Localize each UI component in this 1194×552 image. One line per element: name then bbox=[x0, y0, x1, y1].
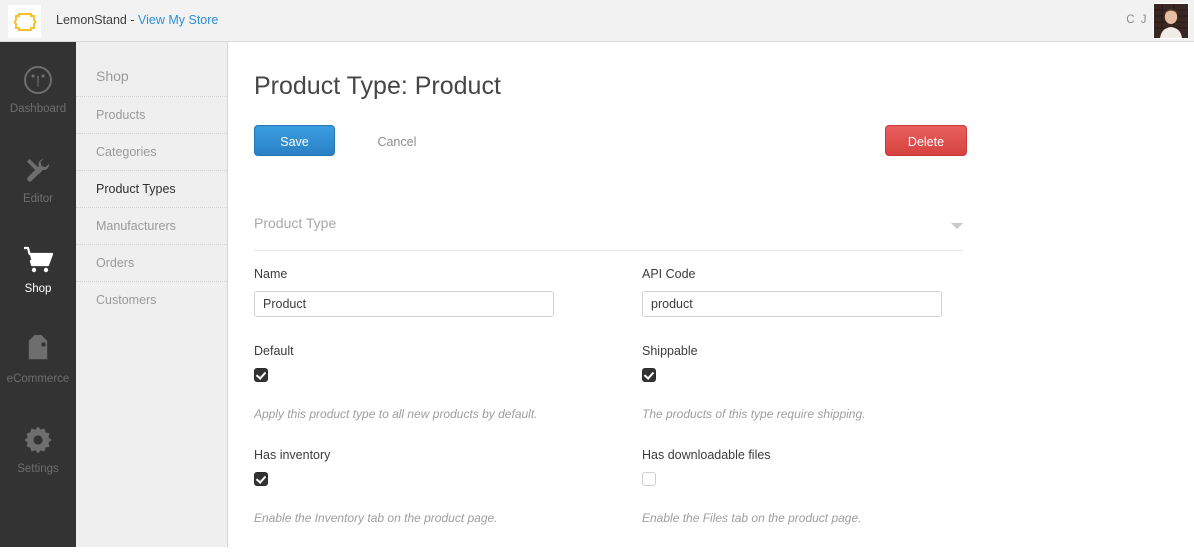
lemonstand-logo-icon[interactable] bbox=[8, 5, 41, 38]
save-button[interactable]: Save bbox=[254, 125, 335, 156]
rail-label: Editor bbox=[22, 192, 54, 205]
delete-button[interactable]: Delete bbox=[885, 125, 967, 156]
field-label: API Code bbox=[642, 267, 696, 281]
field-shippable: Shippable The products of this type requ… bbox=[642, 344, 966, 421]
form-row-inventory-files: Has inventory Enable the Inventory tab o… bbox=[254, 448, 966, 525]
field-label: Name bbox=[254, 267, 288, 281]
brand-name: LemonStand - bbox=[56, 13, 138, 27]
rail-item-dashboard[interactable]: Dashboard bbox=[0, 42, 76, 132]
field-label: Default bbox=[254, 344, 294, 358]
rail-label: eCommerce bbox=[6, 372, 70, 385]
field-help: Apply this product type to all new produ… bbox=[254, 407, 538, 421]
name-input[interactable] bbox=[254, 291, 554, 317]
rail-item-settings[interactable]: Settings bbox=[0, 402, 76, 492]
rail-label: Dashboard bbox=[9, 102, 67, 115]
shippable-checkbox[interactable] bbox=[642, 368, 656, 382]
brand-title: LemonStand - View My Store bbox=[56, 13, 218, 27]
field-label: Has inventory bbox=[254, 448, 331, 462]
shopping-cart-icon bbox=[22, 240, 54, 280]
sidebar-item-customers[interactable]: Customers bbox=[76, 281, 227, 318]
rail-item-editor[interactable]: Editor bbox=[0, 132, 76, 222]
rail-label: Shop bbox=[24, 282, 52, 295]
has-inventory-checkbox[interactable] bbox=[254, 472, 268, 486]
sidebar-item-product-types[interactable]: Product Types bbox=[76, 170, 227, 207]
product-type-section-header[interactable]: Product Type bbox=[254, 215, 963, 251]
chevron-down-icon[interactable] bbox=[951, 223, 963, 229]
field-api-code: API Code bbox=[642, 267, 966, 317]
rail-item-ecommerce[interactable]: eCommerce bbox=[0, 312, 76, 402]
form-row-default-shippable: Default Apply this product type to all n… bbox=[254, 344, 966, 421]
default-checkbox[interactable] bbox=[254, 368, 268, 382]
sidebar-item-products[interactable]: Products bbox=[76, 96, 227, 133]
user-initials[interactable]: C J bbox=[1126, 14, 1148, 26]
primary-nav-rail: Dashboard Editor Shop eCommerce Settings bbox=[0, 42, 76, 547]
cancel-button[interactable]: Cancel bbox=[377, 127, 416, 158]
field-help: Enable the Inventory tab on the product … bbox=[254, 511, 498, 525]
sidebar-item-manufacturers[interactable]: Manufacturers bbox=[76, 207, 227, 244]
action-bar: Save Cancel Delete bbox=[254, 125, 967, 158]
field-default: Default Apply this product type to all n… bbox=[254, 344, 642, 421]
gear-icon bbox=[23, 420, 53, 460]
field-has-inventory: Has inventory Enable the Inventory tab o… bbox=[254, 448, 642, 525]
gauge-icon bbox=[23, 60, 53, 100]
form-row-name-apicode: Name API Code bbox=[254, 267, 966, 317]
field-label: Shippable bbox=[642, 344, 698, 358]
field-has-downloadable-files: Has downloadable files Enable the Files … bbox=[642, 448, 966, 525]
top-bar: LemonStand - View My Store C J bbox=[0, 0, 1194, 42]
avatar[interactable] bbox=[1153, 3, 1189, 39]
section-label: Product Type bbox=[254, 215, 337, 231]
product-type-form: Name API Code Default Apply this product… bbox=[254, 267, 966, 552]
field-name: Name bbox=[254, 267, 642, 317]
subnav-title: Shop bbox=[96, 68, 129, 84]
wrench-pencil-icon bbox=[23, 150, 53, 190]
api-code-input[interactable] bbox=[642, 291, 942, 317]
page-title: Product Type: Product bbox=[254, 72, 501, 100]
field-label: Has downloadable files bbox=[642, 448, 771, 462]
main-content: Product Type: Product Save Cancel Delete… bbox=[229, 42, 1194, 547]
field-help: Enable the Files tab on the product page… bbox=[642, 511, 862, 525]
has-downloadable-files-checkbox[interactable] bbox=[642, 472, 656, 486]
field-help: The products of this type require shippi… bbox=[642, 407, 866, 421]
secondary-nav: Shop Products Categories Product Types M… bbox=[76, 42, 228, 547]
price-tag-icon bbox=[23, 330, 53, 370]
rail-label: Settings bbox=[17, 462, 59, 475]
sidebar-item-categories[interactable]: Categories bbox=[76, 133, 227, 170]
view-my-store-link[interactable]: View My Store bbox=[138, 13, 218, 27]
sidebar-item-orders[interactable]: Orders bbox=[76, 244, 227, 281]
rail-item-shop[interactable]: Shop bbox=[0, 222, 76, 312]
